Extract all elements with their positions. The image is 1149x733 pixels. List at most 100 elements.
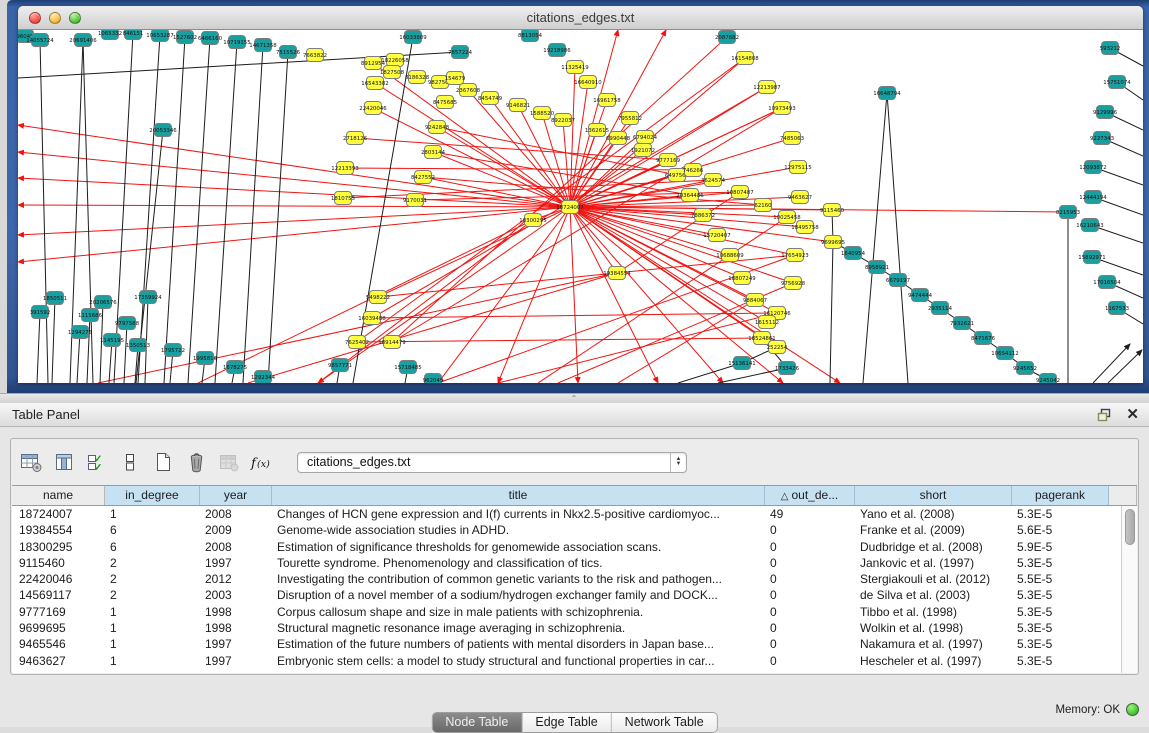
graph-node[interactable]: 1640954 bbox=[841, 247, 866, 260]
graph-node[interactable]: 19218986 bbox=[543, 44, 571, 57]
table-row[interactable]: 969969511998Structural magnetic resonanc… bbox=[12, 620, 1121, 636]
graph-node[interactable]: 9227343 bbox=[1090, 132, 1114, 145]
graph-node[interactable]: 593212 bbox=[1100, 42, 1121, 55]
memory-status-indicator-icon[interactable] bbox=[1126, 703, 1139, 716]
close-window-button[interactable] bbox=[29, 12, 41, 24]
cell-title[interactable]: Corpus callosum shape and size in male p… bbox=[272, 604, 765, 620]
graph-node[interactable]: 6990448 bbox=[606, 132, 631, 145]
graph-node[interactable]: 16210643 bbox=[1076, 219, 1103, 232]
graph-node[interactable]: 10688609 bbox=[716, 249, 744, 262]
graph-node[interactable]: 9777169 bbox=[656, 154, 681, 167]
graph-node[interactable]: 15751074 bbox=[1103, 76, 1131, 89]
graph-node[interactable]: 1615112 bbox=[755, 316, 779, 329]
graph-node[interactable]: 846151 bbox=[123, 30, 144, 40]
cell-in_degree[interactable]: 1 bbox=[105, 636, 200, 652]
cell-title[interactable]: Estimation of significance thresholds fo… bbox=[272, 539, 765, 555]
tab-network-table[interactable]: Network Table bbox=[612, 713, 717, 732]
graph-node[interactable]: 8958921 bbox=[865, 261, 889, 274]
cell-out_de[interactable]: 0 bbox=[765, 636, 855, 652]
graph-node[interactable]: 9857771 bbox=[328, 359, 352, 372]
cell-title[interactable]: Estimation of the future numbers of pati… bbox=[272, 636, 765, 652]
graph-node[interactable]: 9170031 bbox=[403, 194, 427, 207]
cell-title[interactable]: Changes of HCN gene expression and I(f) … bbox=[272, 506, 765, 522]
table-row[interactable]: 946554611997Estimation of the future num… bbox=[12, 636, 1121, 652]
graph-node[interactable]: 9146821 bbox=[506, 99, 530, 112]
column-header-name[interactable]: name bbox=[12, 486, 105, 505]
column-header-pagerank[interactable]: pagerank bbox=[1012, 486, 1109, 505]
cell-name[interactable]: 9463627 bbox=[12, 653, 105, 669]
graph-node[interactable]: 6794024 bbox=[633, 131, 658, 144]
graph-node[interactable]: 9884067 bbox=[743, 294, 767, 307]
table-row[interactable]: 977716911998Corpus callosum shape and si… bbox=[12, 604, 1121, 620]
scrollbar-thumb[interactable] bbox=[1125, 509, 1135, 545]
graph-node[interactable]: 10653287 bbox=[146, 30, 173, 42]
cell-name[interactable]: 9777169 bbox=[12, 604, 105, 620]
graph-node[interactable]: 6679197 bbox=[886, 274, 910, 287]
graph-node[interactable]: 2718126 bbox=[343, 132, 368, 145]
graph-node[interactable]: 7663822 bbox=[303, 49, 327, 62]
graph-node[interactable]: 962045 bbox=[423, 374, 444, 384]
table-mode-icon[interactable] bbox=[19, 451, 43, 473]
graph-node[interactable]: 9474444 bbox=[908, 289, 933, 302]
cell-in_degree[interactable]: 1 bbox=[105, 506, 200, 522]
graph-node[interactable]: 2803144 bbox=[421, 146, 446, 159]
cell-in_degree[interactable]: 2 bbox=[105, 555, 200, 571]
table-selector-dropdown[interactable]: citations_edges.txt▲▼ bbox=[297, 452, 687, 473]
graph-node[interactable]: 8427552 bbox=[411, 171, 435, 184]
cell-title[interactable]: Disruption of a novel member of a sodium… bbox=[272, 587, 765, 603]
zoom-window-button[interactable] bbox=[69, 12, 81, 24]
graph-node[interactable]: 8922037 bbox=[551, 114, 575, 127]
column-header-title[interactable]: title bbox=[272, 486, 765, 505]
cell-out_de[interactable]: 0 bbox=[765, 522, 855, 538]
graph-node[interactable]: 11325419 bbox=[561, 61, 589, 74]
cell-pagerank[interactable]: 5.3E-5 bbox=[1012, 587, 1109, 603]
graph-node[interactable]: 9242848 bbox=[425, 121, 450, 134]
float-panel-icon[interactable] bbox=[1097, 408, 1112, 422]
cell-short[interactable]: Yano et al. (2008) bbox=[855, 506, 1012, 522]
cell-short[interactable]: Dudbridge et al. (2008) bbox=[855, 539, 1012, 555]
function-builder-icon[interactable]: f(x) bbox=[250, 451, 274, 473]
cell-short[interactable]: Wolkin et al. (1998) bbox=[855, 620, 1012, 636]
cell-out_de[interactable]: 0 bbox=[765, 555, 855, 571]
graph-node[interactable]: 12975115 bbox=[784, 161, 811, 174]
graph-node[interactable]: 1145195 bbox=[100, 334, 124, 347]
graph-node[interactable]: 12213987 bbox=[753, 81, 780, 94]
minimize-window-button[interactable] bbox=[49, 12, 61, 24]
cell-pagerank[interactable]: 5.9E-5 bbox=[1012, 539, 1109, 555]
graph-node[interactable]: 9756928 bbox=[781, 277, 806, 290]
dropdown-stepper-icon[interactable]: ▲▼ bbox=[670, 453, 686, 472]
cell-year[interactable]: 2009 bbox=[200, 522, 272, 538]
graph-node[interactable]: 391592 bbox=[30, 306, 51, 319]
graph-node[interactable]: 9245652 bbox=[1013, 362, 1037, 375]
cell-title[interactable]: Structural magnetic resonance image aver… bbox=[272, 620, 765, 636]
graph-node[interactable]: 1527602 bbox=[173, 31, 197, 44]
graph-node[interactable]: 746266 bbox=[683, 164, 704, 177]
graph-node[interactable]: 7485063 bbox=[780, 132, 804, 145]
graph-node[interactable]: 20206576 bbox=[89, 296, 117, 309]
graph-node[interactable]: 9245042 bbox=[1036, 374, 1060, 384]
cell-name[interactable]: 14569117 bbox=[12, 587, 105, 603]
graph-node[interactable]: 10807487 bbox=[726, 186, 753, 199]
cell-name[interactable]: 22420046 bbox=[12, 571, 105, 587]
cell-year[interactable]: 1997 bbox=[200, 636, 272, 652]
graph-node[interactable]: 3624574 bbox=[701, 174, 726, 187]
cell-year[interactable]: 2003 bbox=[200, 587, 272, 603]
graph-node[interactable]: 1678275 bbox=[223, 361, 247, 374]
graph-node[interactable]: 7932621 bbox=[950, 317, 974, 330]
cell-out_de[interactable]: 0 bbox=[765, 604, 855, 620]
cell-year[interactable]: 2008 bbox=[200, 506, 272, 522]
cell-year[interactable]: 1997 bbox=[200, 555, 272, 571]
graph-node[interactable]: 9115460 bbox=[820, 204, 845, 217]
graph-node[interactable]: 18807249 bbox=[728, 272, 756, 285]
table-scrollbar[interactable] bbox=[1121, 506, 1137, 673]
graph-node[interactable]: 1115686 bbox=[78, 309, 103, 322]
graph-node[interactable]: 14671358 bbox=[249, 39, 277, 52]
row-tools-icon[interactable] bbox=[118, 451, 142, 473]
cell-name[interactable]: 19384554 bbox=[12, 522, 105, 538]
graph-node[interactable]: 16640910 bbox=[574, 76, 602, 89]
cell-in_degree[interactable]: 1 bbox=[105, 604, 200, 620]
graph-node[interactable]: 1292344 bbox=[251, 371, 276, 384]
graph-node[interactable]: 9463627 bbox=[788, 191, 812, 204]
cell-pagerank[interactable]: 5.3E-5 bbox=[1012, 636, 1109, 652]
graph-node[interactable]: 17359924 bbox=[134, 291, 162, 304]
